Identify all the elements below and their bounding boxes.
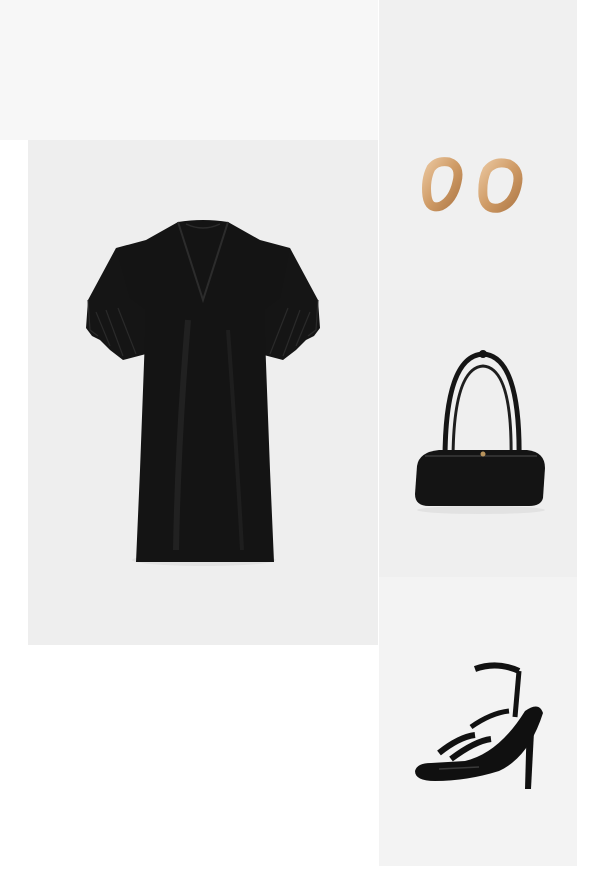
earrings-product-tile[interactable]	[379, 0, 577, 290]
handbag-product-tile[interactable]	[379, 290, 577, 577]
handbag-image	[415, 350, 545, 514]
sandal-image	[415, 662, 543, 789]
earrings-image	[422, 157, 523, 213]
sandals-product-tile[interactable]	[379, 577, 577, 866]
empty-panel-top	[0, 0, 378, 140]
dress-image	[86, 220, 320, 566]
empty-panel-bottom	[0, 645, 378, 875]
dress-product-tile[interactable]	[28, 140, 378, 645]
